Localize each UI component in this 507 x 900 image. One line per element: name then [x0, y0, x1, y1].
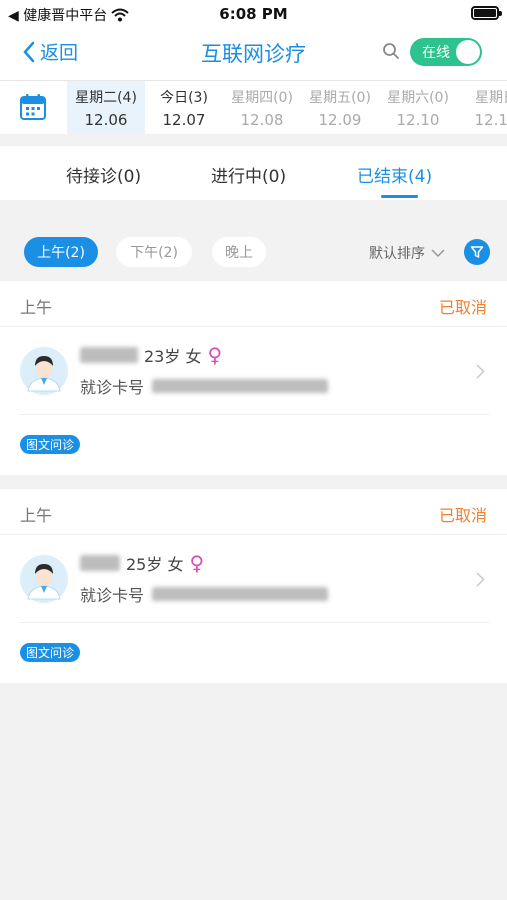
chevron-right-icon [476, 364, 485, 379]
card-number-redacted [152, 587, 329, 601]
patient-name-line: 25岁 女 ♀ [80, 551, 204, 575]
card-number-label: 就诊卡号 [80, 586, 145, 605]
filter-button[interactable] [464, 239, 490, 265]
date-tab-today[interactable]: 今日(3) 12.07 [145, 81, 223, 134]
female-icon: ♀ [189, 551, 205, 575]
date-day: 12.08 [240, 111, 284, 129]
calendar-button[interactable] [19, 93, 49, 123]
consult-type-tag: 图文问诊 [20, 643, 81, 662]
date-tab-thu[interactable]: 星期四(0) 12.08 [223, 81, 301, 134]
divider [20, 414, 489, 415]
date-tab-fri[interactable]: 星期五(0) 12.09 [301, 81, 379, 134]
patient-name-redacted [80, 555, 120, 571]
battery-icon [471, 6, 502, 20]
date-day: 12.11 [474, 111, 507, 129]
patient-age-gender: 23岁 女 [144, 347, 202, 366]
consult-type-tag: 图文问诊 [20, 435, 81, 454]
date-day: 12.09 [318, 111, 362, 129]
online-label: 在线 [422, 45, 450, 61]
sort-button[interactable]: 默认排序 [369, 243, 445, 263]
date-weekday: 星期六(0) [387, 90, 449, 106]
consultation-card[interactable]: 上午 已取消 25岁 女 ♀ 就诊卡号 图文问诊 [0, 489, 507, 683]
date-day: 12.10 [396, 111, 440, 129]
search-button[interactable] [382, 42, 400, 64]
status-tabs: 待接诊(0) 进行中(0) 已结束(4) [0, 146, 507, 200]
chevron-down-icon [431, 248, 445, 257]
nav-bar: 返回 互联网诊疗 在线 [0, 28, 507, 80]
date-weekday: 星期日 [475, 90, 507, 106]
date-tab-sat[interactable]: 星期六(0) 12.10 [379, 81, 457, 134]
consultation-card[interactable]: 上午 已取消 23岁 女 ♀ 就诊卡号 图文问诊 [0, 281, 507, 475]
date-strip: 星期二(4) 12.06 今日(3) 12.07 星期四(0) 12.08 星期… [0, 80, 507, 134]
filter-evening[interactable]: 晚上 [212, 237, 266, 267]
card-number-line: 就诊卡号 [80, 582, 329, 606]
filter-row: 上午(2) 下午(2) 晚上 默认排序 [0, 232, 507, 272]
patient-age-gender: 25岁 女 [126, 555, 184, 574]
status-badge: 已取消 [438, 506, 487, 525]
calendar-icon [20, 94, 46, 120]
funnel-icon [470, 246, 484, 258]
avatar [20, 347, 68, 395]
online-toggle[interactable]: 在线 [410, 38, 482, 66]
date-tab-sun[interactable]: 星期日 12.11 [457, 81, 507, 134]
active-tab-indicator [381, 195, 418, 198]
tab-in-progress[interactable]: 进行中(0) [211, 162, 286, 187]
date-weekday: 星期四(0) [231, 90, 293, 106]
filter-morning[interactable]: 上午(2) [24, 237, 98, 267]
tab-finished[interactable]: 已结束(4) [357, 162, 432, 187]
card-header: 上午 已取消 [0, 281, 507, 327]
date-weekday: 今日(3) [160, 90, 208, 106]
card-number-label: 就诊卡号 [80, 378, 145, 397]
date-weekday: 星期五(0) [309, 90, 371, 106]
card-period: 上午 [20, 298, 53, 317]
female-icon: ♀ [207, 343, 223, 367]
card-number-line: 就诊卡号 [80, 374, 329, 398]
status-bar: ◀ 健康晋中平台 6:08 PM [0, 0, 507, 28]
date-weekday: 星期二(4) [75, 90, 137, 106]
toggle-knob [456, 40, 480, 64]
card-number-redacted [152, 379, 329, 393]
avatar [20, 555, 68, 603]
patient-name-line: 23岁 女 ♀ [80, 343, 222, 367]
status-badge: 已取消 [438, 298, 487, 317]
divider [20, 622, 489, 623]
clock: 6:08 PM [219, 5, 288, 23]
date-tab-tue[interactable]: 星期二(4) 12.06 [67, 81, 145, 134]
date-day: 12.07 [162, 111, 206, 129]
patient-name-redacted [80, 347, 138, 363]
filter-afternoon[interactable]: 下午(2) [116, 237, 192, 267]
card-period: 上午 [20, 506, 53, 525]
date-day: 12.06 [84, 111, 128, 129]
chevron-right-icon [476, 572, 485, 587]
search-icon [383, 43, 399, 59]
card-header: 上午 已取消 [0, 489, 507, 535]
tab-pending[interactable]: 待接诊(0) [66, 162, 141, 187]
sort-label: 默认排序 [369, 246, 425, 262]
